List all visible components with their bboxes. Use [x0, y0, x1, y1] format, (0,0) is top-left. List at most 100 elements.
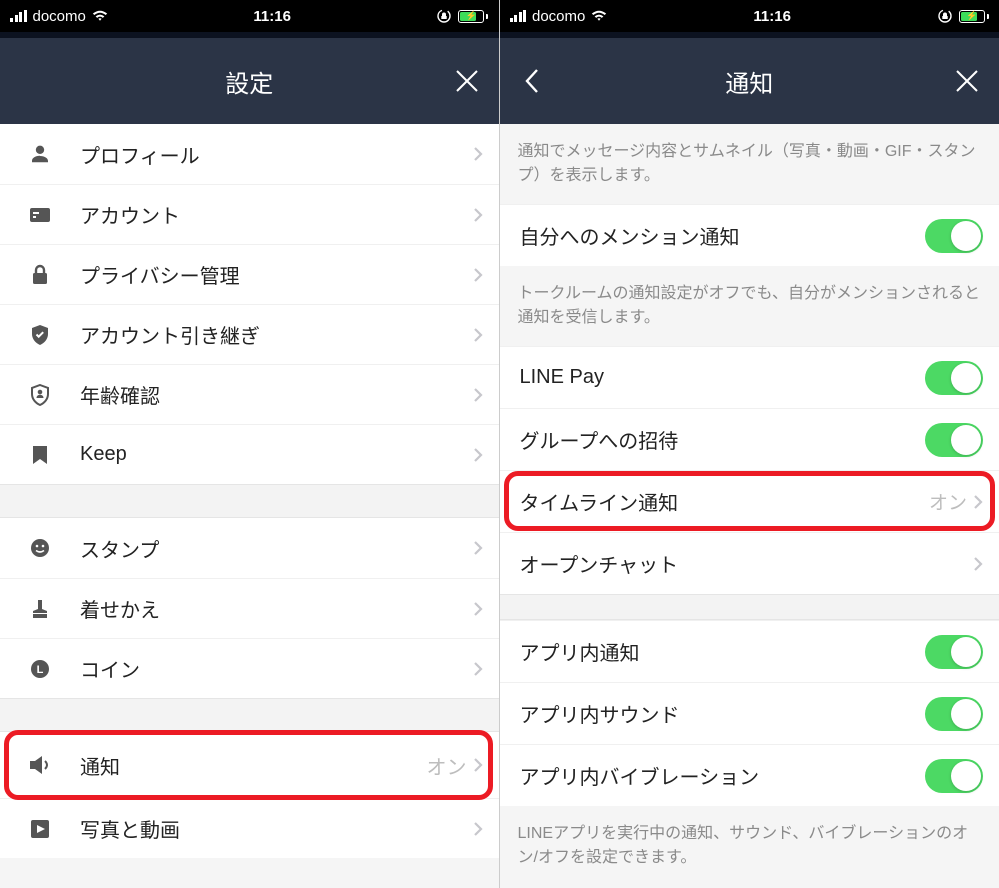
profile-icon [24, 143, 56, 165]
clock-label: 11:16 [753, 8, 791, 25]
settings-row-theme[interactable]: 着せかえ [0, 578, 499, 638]
chevron-right-icon [473, 540, 483, 556]
nav-row-openchat[interactable]: オープンチャット [500, 532, 999, 594]
chevron-right-icon [473, 601, 483, 617]
settings-row-privacy[interactable]: プライバシー管理 [0, 244, 499, 304]
toggle-switch[interactable] [925, 635, 983, 669]
section-divider [500, 594, 999, 620]
settings-row-age[interactable]: 年齢確認 [0, 364, 499, 424]
svg-text:L: L [37, 664, 44, 676]
status-bar: docomo 11:16 ⚡ [500, 0, 999, 32]
settings-row-coin[interactable]: L コイン [0, 638, 499, 698]
nav-row-value: オン [929, 488, 967, 515]
age-icon [24, 384, 56, 406]
toggle-row-mention[interactable]: 自分へのメンション通知 [500, 204, 999, 266]
chevron-right-icon [473, 821, 483, 837]
keep-icon [24, 444, 56, 466]
toggle-row-inapp-vibration[interactable]: アプリ内バイブレーション [500, 744, 999, 806]
settings-row-account[interactable]: アカウント [0, 184, 499, 244]
nav-row-timeline[interactable]: タイムライン通知 オン [500, 470, 999, 532]
chevron-right-icon [473, 327, 483, 343]
toggle-row-linepay[interactable]: LINE Pay [500, 346, 999, 408]
chevron-right-icon [973, 556, 983, 572]
close-icon [454, 68, 480, 94]
lock-icon [24, 264, 56, 286]
carrier-label: docomo [33, 8, 86, 25]
notify-icon [24, 755, 56, 775]
coin-icon: L [24, 658, 56, 680]
status-bar: docomo 11:16 ⚡ [0, 0, 499, 32]
wifi-icon [591, 10, 607, 22]
settings-row-media[interactable]: 写真と動画 [0, 798, 499, 858]
nav-row-label: タイムライン通知 [520, 487, 929, 516]
battery-icon: ⚡ [458, 10, 488, 23]
section-description: LINEアプリを実行中の通知、サウンド、バイブレーションのオン/オフを設定できま… [500, 806, 999, 886]
settings-row-profile[interactable]: プロフィール [0, 124, 499, 184]
close-icon [954, 68, 980, 94]
toggle-label: LINE Pay [520, 366, 926, 389]
settings-row-transfer[interactable]: アカウント引き継ぎ [0, 304, 499, 364]
settings-row-value: オン [427, 751, 467, 780]
toggle-row-inapp-notify[interactable]: アプリ内通知 [500, 620, 999, 682]
settings-row-label: プロフィール [80, 140, 473, 169]
toggle-switch[interactable] [925, 423, 983, 457]
clock-label: 11:16 [253, 8, 291, 25]
chevron-right-icon [473, 447, 483, 463]
section-divider [0, 698, 499, 732]
toggle-label: 自分へのメンション通知 [520, 221, 926, 250]
chevron-left-icon [523, 67, 541, 95]
rotation-lock-icon [436, 8, 452, 24]
section-description: 通知でメッセージ内容とサムネイル（写真・動画・GIF・スタンプ）を表示します。 [500, 124, 999, 204]
toggle-label: アプリ内通知 [520, 637, 926, 666]
toggle-label: グループへの招待 [520, 425, 926, 454]
settings-row-label: アカウント引き継ぎ [80, 320, 473, 349]
toggle-switch[interactable] [925, 697, 983, 731]
toggle-label: アプリ内サウンド [520, 699, 926, 728]
header-title: 通知 [725, 64, 773, 99]
signal-icon [510, 10, 527, 22]
settings-row-label: プライバシー管理 [80, 260, 473, 289]
toggle-label: アプリ内バイブレーション [520, 761, 926, 790]
left-screen: docomo 11:16 ⚡ 設定 プロフィール アカウント [0, 0, 500, 888]
battery-icon: ⚡ [959, 10, 989, 23]
settings-row-label: スタンプ [80, 534, 473, 563]
account-icon [24, 207, 56, 223]
signal-icon [10, 10, 27, 22]
toggle-row-inapp-sound[interactable]: アプリ内サウンド [500, 682, 999, 744]
chevron-right-icon [473, 207, 483, 223]
chevron-right-icon [473, 661, 483, 677]
close-button[interactable] [447, 61, 487, 101]
settings-row-label: 着せかえ [80, 594, 473, 623]
settings-row-label: Keep [80, 443, 473, 466]
toggle-switch[interactable] [925, 759, 983, 793]
chevron-right-icon [473, 387, 483, 403]
chevron-right-icon [973, 494, 983, 510]
section-divider [0, 484, 499, 518]
chevron-right-icon [473, 757, 483, 773]
right-screen: docomo 11:16 ⚡ 通知 通知でメッセージ内容とサムネイル（写真・動画… [500, 0, 999, 888]
rotation-lock-icon [937, 8, 953, 24]
chevron-right-icon [473, 267, 483, 283]
settings-row-label: 写真と動画 [80, 814, 473, 843]
section-description: トークルームの通知設定がオフでも、自分がメンションされると通知を受信します。 [500, 266, 999, 346]
settings-row-label: アカウント [80, 200, 473, 229]
toggle-switch[interactable] [925, 219, 983, 253]
settings-section-1: プロフィール アカウント プライバシー管理 アカウント引き継ぎ 年齢確認 Kee… [0, 124, 499, 484]
close-button[interactable] [947, 61, 987, 101]
header-title: 設定 [225, 64, 273, 99]
wifi-icon [92, 10, 108, 22]
media-icon [24, 818, 56, 840]
shield-icon [24, 324, 56, 346]
toggle-switch[interactable] [925, 361, 983, 395]
theme-icon [24, 598, 56, 620]
settings-row-stamp[interactable]: スタンプ [0, 518, 499, 578]
carrier-label: docomo [532, 8, 585, 25]
toggle-row-group-invite[interactable]: グループへの招待 [500, 408, 999, 470]
nav-row-label: オープンチャット [520, 549, 974, 578]
notify-header: 通知 [500, 32, 999, 124]
settings-row-notify[interactable]: 通知 オン [0, 732, 499, 798]
settings-header: 設定 [0, 32, 499, 124]
back-button[interactable] [512, 61, 552, 101]
settings-row-keep[interactable]: Keep [0, 424, 499, 484]
settings-row-label: コイン [80, 654, 473, 683]
